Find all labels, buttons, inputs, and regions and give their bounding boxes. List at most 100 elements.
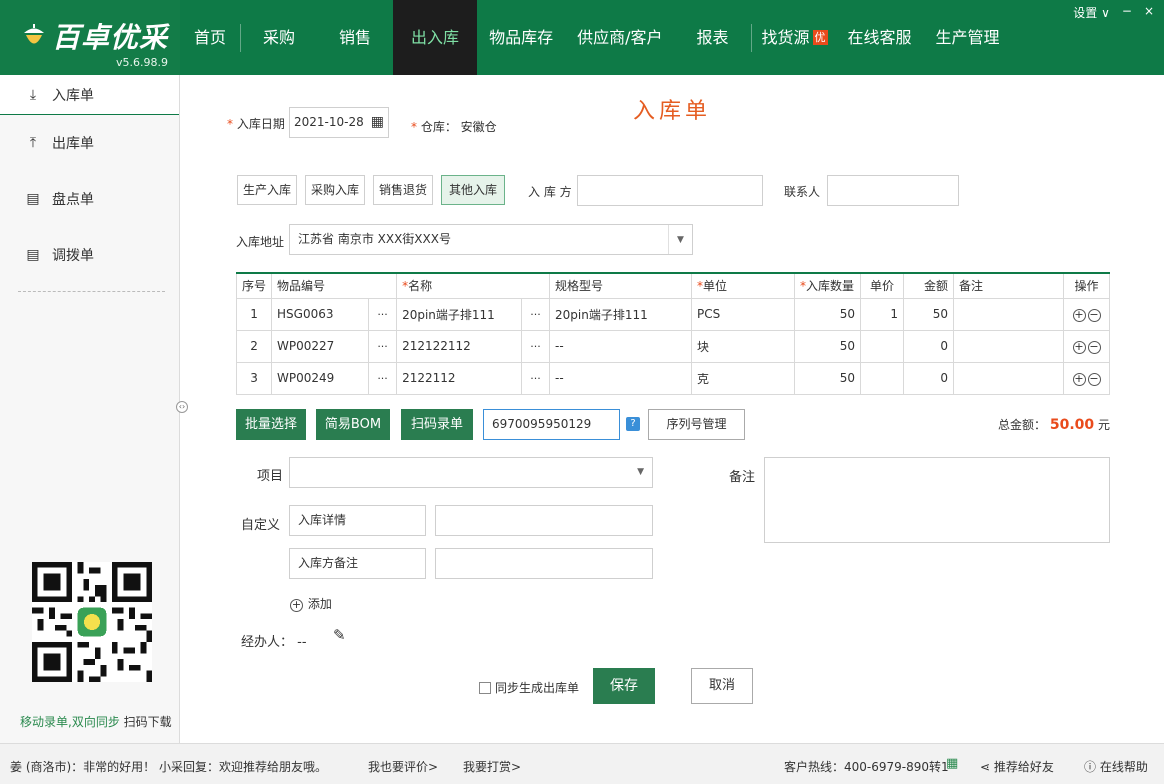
contact-input[interactable] <box>827 175 959 206</box>
qr-caption-download: 扫码下载 <box>123 715 172 729</box>
table-row: 2 WP00227 ··· 212122112 ··· -- 块 50 0 + − <box>235 329 1110 363</box>
pick-item-button[interactable]: ··· <box>368 297 398 331</box>
close-icon[interactable]: × <box>1144 4 1154 21</box>
sync-outbound-checkbox[interactable]: 同步生成出库单 <box>479 679 579 696</box>
sidebar-item-outbound[interactable]: ⤒ 出库单 <box>0 115 179 171</box>
custom-field-name[interactable]: 入库方备注 <box>289 548 426 579</box>
cell-unit[interactable]: 克 <box>691 361 795 395</box>
hotline: 客户热线：400-6979-890转1 <box>784 760 949 774</box>
nav-production[interactable]: 生产管理 <box>924 0 1012 75</box>
cell-name[interactable]: 20pin端子排111 <box>396 297 522 331</box>
rate-link[interactable]: 我也要评价> <box>368 758 438 775</box>
minimize-icon[interactable]: − <box>1122 4 1132 21</box>
help-button[interactable]: ⓘ 在线帮助 <box>1084 758 1148 775</box>
scan-entry-button[interactable]: 扫码录单 <box>401 409 473 440</box>
cell-note[interactable] <box>953 329 1064 363</box>
pick-name-button[interactable]: ··· <box>521 297 550 331</box>
edit-pencil-icon[interactable]: ✎ <box>333 626 346 644</box>
add-row-icon[interactable]: + <box>1072 340 1086 354</box>
warehouse-label: * 仓库： 安徽仓 <box>411 120 497 134</box>
cell-unit[interactable]: PCS <box>691 297 795 331</box>
cell-price[interactable]: 1 <box>860 297 904 331</box>
batch-select-button[interactable]: 批量选择 <box>236 409 306 440</box>
nav-home[interactable]: 首页 <box>180 0 240 75</box>
remove-row-icon[interactable]: − <box>1087 340 1101 354</box>
type-sales-return-button[interactable]: 销售退货 <box>373 175 433 205</box>
custom-label: 自定义 <box>241 518 281 533</box>
barcode-input[interactable]: 6970095950129 <box>483 409 620 440</box>
help-question-icon[interactable]: ? <box>626 417 640 431</box>
party-input[interactable] <box>577 175 763 206</box>
recommend-button[interactable]: ⋖ 推荐给好友 <box>980 758 1054 775</box>
pick-name-button[interactable]: ··· <box>521 361 550 395</box>
cell-code[interactable]: WP00249 <box>271 361 370 395</box>
nav-suppliers[interactable]: 供应商/客户 <box>565 0 674 75</box>
cell-spec: 20pin端子排111 <box>549 297 692 331</box>
cell-name[interactable]: 2122112 <box>396 361 522 395</box>
main-nav: 首页 采购 销售 出入库 物品库存 供应商/客户 报表 找货源优 在线客服 生产… <box>180 0 1012 75</box>
custom-field-name[interactable]: 入库详情 <box>289 505 426 536</box>
checkbox-box[interactable] <box>479 682 491 694</box>
cancel-button[interactable]: 取消 <box>691 668 753 704</box>
col-spec: 规格型号 <box>549 272 692 299</box>
remark-textarea[interactable] <box>764 457 1110 543</box>
cell-code[interactable]: WP00227 <box>271 329 370 363</box>
cell-price[interactable] <box>860 361 904 395</box>
add-row-icon[interactable]: + <box>1072 308 1086 322</box>
inbox-in-icon: ⤓ <box>29 86 37 103</box>
calendar-icon[interactable]: ▦ <box>371 108 384 137</box>
col-name: *名称 <box>396 272 550 299</box>
cell-note[interactable] <box>953 361 1064 395</box>
nav-find-source[interactable]: 找货源优 <box>752 0 836 75</box>
help-icon: ⓘ <box>1084 760 1097 774</box>
window-controls: 设置 ∨ − × <box>1073 4 1154 21</box>
custom-field-value[interactable] <box>435 505 653 536</box>
project-select[interactable]: ▼ <box>289 457 653 488</box>
type-production-button[interactable]: 生产入库 <box>237 175 297 205</box>
nav-support[interactable]: 在线客服 <box>836 0 924 75</box>
cell-price[interactable] <box>860 329 904 363</box>
cell-unit[interactable]: 块 <box>691 329 795 363</box>
remove-row-icon[interactable]: − <box>1087 308 1101 322</box>
remove-row-icon[interactable]: − <box>1087 372 1101 386</box>
col-no: 序号 <box>235 272 273 299</box>
tip-link[interactable]: 我要打赏> <box>463 758 521 775</box>
cell-qty[interactable]: 50 <box>794 297 861 331</box>
custom-field-value[interactable] <box>435 548 653 579</box>
pick-item-button[interactable]: ··· <box>368 329 398 363</box>
nav-stock[interactable]: 物品库存 <box>477 0 565 75</box>
type-purchase-button[interactable]: 采购入库 <box>305 175 365 205</box>
items-table: 序号 物品编号 *名称 规格型号 *单位 *入库数量 单价 金额 备注 操作 1… <box>235 272 1110 395</box>
pick-name-button[interactable]: ··· <box>521 329 550 363</box>
nav-purchase[interactable]: 采购 <box>241 0 317 75</box>
serial-number-button[interactable]: 序列号管理 <box>648 409 745 440</box>
cell-code[interactable]: HSG0063 <box>271 297 370 331</box>
sidebar-item-transfer[interactable]: ▤ 调拨单 <box>0 227 179 283</box>
cell-note[interactable] <box>953 297 1064 331</box>
qr-caption: 移动录单,双向同步 扫码下载 <box>20 713 172 730</box>
type-other-button[interactable]: 其他入库 <box>441 175 505 205</box>
nav-sales[interactable]: 销售 <box>317 0 393 75</box>
cell-name[interactable]: 212122112 <box>396 329 522 363</box>
cell-qty[interactable]: 50 <box>794 361 861 395</box>
sidebar-item-label: 出库单 <box>52 136 94 152</box>
inbound-date-field[interactable]: 2021-10-28 ▦ <box>289 107 389 138</box>
pick-item-button[interactable]: ··· <box>368 361 398 395</box>
add-custom-field-button[interactable]: + 添加 <box>289 595 332 612</box>
cell-qty[interactable]: 50 <box>794 329 861 363</box>
calculator-icon[interactable]: ▦ <box>946 756 958 771</box>
sidebar-item-inbound[interactable]: ⤓ 入库单 <box>0 75 179 115</box>
address-select[interactable]: 江苏省 南京市 XXX街XXX号 ▼ <box>289 224 693 255</box>
add-row-icon[interactable]: + <box>1072 372 1086 386</box>
sidebar-item-stocktake[interactable]: ▤ 盘点单 <box>0 171 179 227</box>
address-value: 江苏省 南京市 XXX街XXX号 <box>298 232 451 246</box>
settings-menu[interactable]: 设置 ∨ <box>1073 4 1110 21</box>
app-logo: 百卓优采 v5.6.98.9 <box>0 0 180 75</box>
nav-reports[interactable]: 报表 <box>674 0 750 75</box>
save-button[interactable]: 保存 <box>593 668 655 704</box>
sidebar-divider <box>18 291 165 292</box>
simple-bom-button[interactable]: 简易BOM <box>316 409 390 440</box>
nav-inout[interactable]: 出入库 <box>393 0 478 75</box>
cell-amount: 50 <box>903 297 954 331</box>
inbound-date-label: * 入库日期 <box>227 117 285 131</box>
